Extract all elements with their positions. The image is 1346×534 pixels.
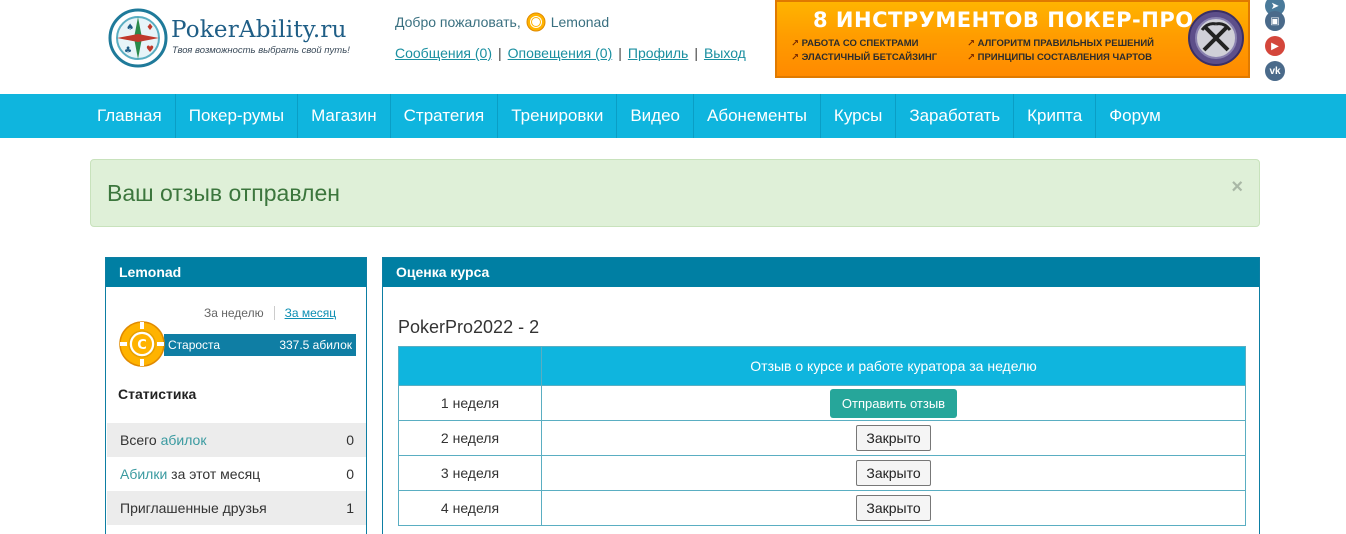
table-row: 4 неделя Закрыто: [398, 490, 1246, 526]
stat-label: Всего абилок: [120, 423, 206, 457]
alert-message: Ваш отзыв отправлен: [107, 180, 340, 206]
link-separator: |: [618, 45, 622, 61]
week-label: 1 неделя: [398, 385, 542, 421]
stat-label-highlight[interactable]: абилок: [161, 432, 207, 448]
action-cell: Закрыто: [541, 455, 1246, 491]
svg-text:♦: ♦: [146, 23, 154, 33]
action-cell: Закрыто: [541, 490, 1246, 526]
tab-week[interactable]: За неделю: [204, 306, 275, 320]
profile-link[interactable]: Профиль: [628, 45, 688, 61]
welcome-block: Добро пожаловать, Lemonad: [395, 12, 609, 32]
nav-item-trainings[interactable]: Тренировки: [498, 94, 618, 138]
stat-value: 0: [346, 466, 354, 482]
table-header-week: [398, 346, 542, 386]
table-header-row: Отзыв о курсе и работе куратора за недел…: [398, 346, 1246, 386]
username[interactable]: Lemonad: [551, 14, 609, 30]
youtube-icon[interactable]: ▶: [1265, 36, 1285, 56]
nav-item-subscriptions[interactable]: Абонементы: [694, 94, 821, 138]
user-links: Сообщения (0) | Оповещения (0) | Профиль | Вых…: [395, 45, 746, 61]
stat-label-prefix: Всего: [120, 432, 161, 448]
chip-letter: C: [137, 338, 147, 353]
stat-value: 0: [346, 432, 354, 448]
week-label: 2 неделя: [398, 420, 542, 456]
tab-month[interactable]: За месяц: [275, 306, 337, 320]
twitch-icon[interactable]: ▣: [1265, 11, 1285, 31]
closed-button[interactable]: Закрыто: [856, 460, 931, 486]
pickaxe-emblem-icon: [1188, 10, 1244, 66]
stat-row-month: Абилки за этот месяц 0: [107, 457, 366, 491]
rank-chip-icon: C: [119, 321, 165, 367]
nav-item-courses[interactable]: Курсы: [821, 94, 897, 138]
week-label: 3 неделя: [398, 455, 542, 491]
course-review-panel: Оценка курса PokerPro2022 - 2 Отзыв о ку…: [382, 257, 1260, 534]
period-tabs: За неделю За месяц: [204, 306, 336, 320]
nav-item-strategy[interactable]: Стратегия: [391, 94, 499, 138]
nav-items: Главная Покер-румы Магазин Стратегия Тре…: [84, 94, 1174, 138]
stat-label-highlight[interactable]: Абилки: [120, 466, 167, 482]
promo-banner[interactable]: 8 ИНСТРУМЕНТОВ ПОКЕР-ПРО РАБОТА СО СПЕКТ…: [775, 0, 1250, 78]
rank-name: Староста: [168, 338, 221, 352]
nav-item-shop[interactable]: Магазин: [298, 94, 391, 138]
nav-item-earn[interactable]: Заработать: [896, 94, 1015, 138]
table-row: 2 неделя Закрыто: [398, 420, 1246, 456]
site-logo[interactable]: ♠ ♥ ♣ ♦ PokerAbility.ru Твоя возможность…: [108, 8, 358, 68]
review-table: Отзыв о курсе и работе куратора за недел…: [398, 346, 1246, 526]
logo-tagline: Твоя возможность выбрать свой путь!: [172, 45, 350, 56]
closed-button[interactable]: Закрыто: [856, 425, 931, 451]
link-separator: |: [694, 45, 698, 61]
site-header: ♠ ♥ ♣ ♦ PokerAbility.ru Твоя возможность…: [0, 0, 1346, 94]
logout-link[interactable]: Выход: [704, 45, 746, 61]
main-navbar: Главная Покер-румы Магазин Стратегия Тре…: [0, 94, 1346, 138]
banner-feature: ПРИНЦИПЫ СОСТАВЛЕНИЯ ЧАРТОВ: [967, 52, 1152, 63]
nav-item-home[interactable]: Главная: [84, 94, 176, 138]
poker-compass-logo-icon: ♠ ♥ ♣ ♦: [108, 8, 168, 68]
banner-feature: ЭЛАСТИЧНЫЙ БЕТСАЙЗИНГ: [791, 52, 938, 63]
profile-panel-title: Lemonad: [106, 258, 366, 287]
action-cell: Отправить отзыв: [541, 385, 1246, 421]
course-panel-title: Оценка курса: [383, 258, 1259, 287]
stat-row-friends: Приглашенные друзья 1: [107, 491, 366, 525]
table-header-review: Отзыв о курсе и работе куратора за недел…: [541, 346, 1246, 386]
rank-value: 337.5 абилок: [279, 338, 352, 352]
svg-text:♣: ♣: [124, 46, 132, 56]
logo-name: PokerAbility.ru: [171, 17, 347, 43]
messages-link[interactable]: Сообщения (0): [395, 45, 492, 61]
stats-title: Статистика: [118, 386, 197, 402]
send-review-button[interactable]: Отправить отзыв: [829, 388, 958, 418]
stat-label-suffix: за этот месяц: [167, 466, 261, 482]
stat-label: Абилки за этот месяц: [120, 457, 260, 491]
link-separator: |: [497, 45, 502, 61]
banner-feature: АЛГОРИТМ ПРАВИЛЬНЫХ РЕШЕНИЙ: [967, 38, 1154, 49]
svg-text:♠: ♠: [126, 23, 134, 33]
alert-close-button[interactable]: ×: [1231, 176, 1243, 199]
nav-item-poker-rooms[interactable]: Покер-румы: [176, 94, 299, 138]
success-alert: Ваш отзыв отправлен ×: [90, 159, 1260, 227]
welcome-text: Добро пожаловать,: [395, 14, 521, 30]
table-row: 1 неделя Отправить отзыв: [398, 385, 1246, 421]
table-row: 3 неделя Закрыто: [398, 455, 1246, 491]
rank-bar: Староста 337.5 абилок: [164, 334, 356, 356]
stat-label: Приглашенные друзья: [120, 500, 267, 516]
closed-button[interactable]: Закрыто: [856, 495, 931, 521]
vk-icon[interactable]: vk: [1265, 61, 1285, 81]
course-name: PokerPro2022 - 2: [398, 317, 540, 337]
stat-value: 1: [346, 500, 354, 516]
nav-item-video[interactable]: Видео: [617, 94, 694, 138]
profile-panel: Lemonad За неделю За месяц Староста 337.…: [105, 257, 367, 534]
week-label: 4 неделя: [398, 490, 542, 526]
banner-title: 8 ИНСТРУМЕНТОВ ПОКЕР-ПРО: [813, 8, 1194, 32]
svg-text:♥: ♥: [146, 45, 154, 55]
nav-item-forum[interactable]: Форум: [1096, 94, 1174, 138]
notifications-link[interactable]: Оповещения (0): [508, 45, 613, 61]
action-cell: Закрыто: [541, 420, 1246, 456]
nav-item-crypto[interactable]: Крипта: [1014, 94, 1097, 138]
user-chip-icon: [526, 12, 546, 32]
stat-row-total: Всего абилок 0: [107, 423, 366, 457]
banner-feature: РАБОТА СО СПЕКТРАМИ: [791, 38, 919, 49]
